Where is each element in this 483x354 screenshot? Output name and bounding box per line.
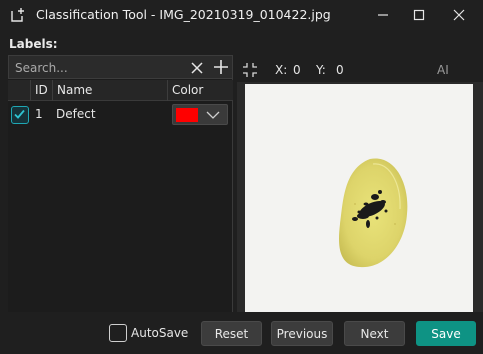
check-icon bbox=[14, 109, 25, 119]
save-button[interactable]: Save bbox=[416, 321, 476, 346]
maximize-icon bbox=[413, 9, 425, 21]
close-icon bbox=[453, 9, 465, 21]
previous-button[interactable]: Previous bbox=[271, 321, 333, 346]
labels-heading: Labels: bbox=[9, 37, 58, 51]
fit-to-window-icon[interactable] bbox=[242, 62, 258, 78]
close-window-button[interactable] bbox=[440, 0, 478, 30]
chip-image bbox=[339, 158, 408, 268]
table-row[interactable]: 1 Defect bbox=[8, 103, 233, 127]
column-separator bbox=[30, 80, 31, 101]
next-button[interactable]: Next bbox=[344, 321, 405, 346]
autosave-checkbox[interactable] bbox=[109, 324, 127, 342]
title-bar: Classification Tool - IMG_20210319_01042… bbox=[0, 0, 483, 30]
chevron-down-icon bbox=[206, 111, 220, 119]
maximize-button[interactable] bbox=[400, 0, 438, 30]
column-separator bbox=[52, 80, 53, 101]
y-coordinate-label: Y: bbox=[316, 63, 326, 77]
column-separator bbox=[167, 80, 168, 101]
autosave-label: AutoSave bbox=[131, 326, 189, 340]
y-coordinate-value: 0 bbox=[336, 63, 344, 77]
search-box bbox=[8, 55, 233, 79]
x-coordinate-value: 0 bbox=[293, 63, 301, 77]
row-checkbox[interactable] bbox=[11, 106, 29, 124]
reset-button[interactable]: Reset bbox=[201, 321, 262, 346]
column-header-color[interactable]: Color bbox=[172, 83, 203, 97]
x-coordinate-label: X: bbox=[275, 63, 288, 77]
color-swatch bbox=[176, 108, 198, 122]
close-icon[interactable] bbox=[189, 60, 205, 76]
plus-icon[interactable] bbox=[212, 58, 230, 76]
ai-toggle[interactable]: AI bbox=[437, 63, 449, 77]
minimize-icon bbox=[378, 14, 388, 16]
color-dropdown[interactable] bbox=[172, 104, 228, 125]
add-label-icon bbox=[11, 8, 24, 22]
column-header-name[interactable]: Name bbox=[57, 83, 92, 97]
column-header-id[interactable]: ID bbox=[35, 83, 48, 97]
row-id: 1 bbox=[35, 107, 43, 121]
window-title: Classification Tool - IMG_20210319_01042… bbox=[36, 7, 331, 22]
search-input[interactable] bbox=[15, 60, 175, 76]
image-canvas[interactable] bbox=[245, 84, 473, 312]
minimize-button[interactable] bbox=[364, 0, 402, 30]
table-header: ID Name Color bbox=[8, 80, 233, 101]
row-name: Defect bbox=[56, 107, 96, 121]
